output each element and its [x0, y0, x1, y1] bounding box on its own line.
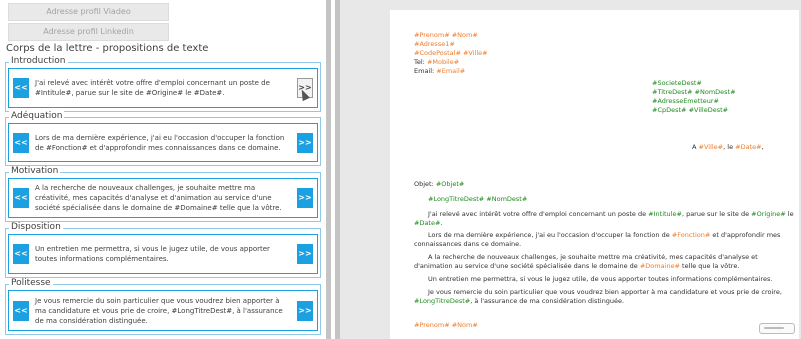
- option-text: Je vous remercie du soin particulier que…: [35, 296, 283, 325]
- salutation: #LongTitreDest# #NomDest#: [428, 195, 528, 203]
- signature: #Prenom# #Nom#: [414, 321, 478, 329]
- tel-label: Tel:: [414, 58, 427, 66]
- objet-label: Objet:: [414, 180, 436, 188]
- group-motivation: Motivation << A la recherche de nouveaux…: [5, 166, 321, 222]
- p5-text-b: , à l'assurance de ma considération dist…: [470, 296, 625, 305]
- viadeo-profile-button[interactable]: Adresse profil Viadeo: [8, 3, 169, 21]
- insert-right-button[interactable]: >>: [297, 300, 313, 321]
- place-city: #Ville#: [698, 143, 724, 151]
- dest-city: #CpDest# #VilleDest#: [652, 106, 729, 114]
- zoom-slider[interactable]: [759, 323, 795, 334]
- p1-field-intitule: #Intitule#: [648, 210, 682, 218]
- insert-right-button[interactable]: >>: [297, 188, 313, 208]
- option-text: Un entretien me permettra, si vous le ju…: [35, 245, 270, 263]
- group-label: Introduction: [9, 56, 68, 67]
- place-sep: , le: [723, 143, 736, 151]
- left-scrollbar-thumb[interactable]: [326, 0, 331, 339]
- text-option-box: << Un entretien me permettra, si vous le…: [8, 234, 318, 274]
- letter-paragraph-politesse: Je vous remercie du soin particulier que…: [414, 288, 794, 305]
- place-date: #Date#: [735, 143, 762, 151]
- insert-right-button[interactable]: >>: [297, 132, 313, 153]
- sender-name: #Prenom# #Nom#: [414, 31, 478, 39]
- letter-page: #Prenom# #Nom# #Adresse1# #CodePostal# #…: [390, 10, 799, 339]
- sender-email: Email: #Email#: [414, 67, 465, 75]
- p1-text-d: .: [440, 218, 443, 227]
- group-label: Adéquation: [9, 111, 65, 122]
- group-introduction: Introduction << J'ai relevé avec intérêt…: [5, 56, 321, 112]
- place-date-line: A #Ville#, le #Date#,: [692, 143, 764, 151]
- p1-field-origine: #Origine#: [751, 210, 786, 218]
- tel-value: #Mobile#: [426, 58, 460, 66]
- p2-text-a: Lors de ma dernière expérience, j'ai eu …: [428, 231, 672, 239]
- group-disposition: Disposition << Un entretien me permettra…: [5, 222, 321, 278]
- text-option-box: << A la recherche de nouveaux challenges…: [8, 178, 318, 218]
- p1-text-c: le: [785, 210, 794, 218]
- sender-address: #Adresse1#: [414, 40, 455, 48]
- p3-field-domaine: #Domaine#: [639, 261, 680, 270]
- p1-text-a: J'ai relevé avec intérêt votre offre d'e…: [428, 210, 649, 218]
- p5-field-longtitre: #LongTitreDest#: [414, 296, 471, 305]
- letter-paragraph-motivation: A la recherche de nouveaux challenges, j…: [414, 253, 794, 270]
- option-text: Lors de ma dernière expérience, j'ai eu …: [35, 133, 285, 152]
- text-option-box: << Lors de ma dernière expérience, j'ai …: [8, 123, 318, 162]
- option-text: J'ai relevé avec intérêt votre offre d'e…: [35, 79, 270, 97]
- insert-left-button[interactable]: <<: [13, 244, 29, 264]
- group-adequation: Adéquation << Lors de ma dernière expéri…: [5, 111, 321, 166]
- letter-paragraph-intro: J'ai relevé avec intérêt votre offre d'e…: [414, 210, 794, 227]
- letter-paragraph-disposition: Un entretien me permettra, si vous le ju…: [428, 275, 773, 283]
- document-preview-area: #Prenom# #Nom# #Adresse1# #CodePostal# #…: [335, 0, 801, 339]
- email-label: Email:: [414, 67, 437, 75]
- zoom-slider-knob[interactable]: [764, 327, 784, 329]
- group-label: Politesse: [9, 278, 53, 289]
- dest-company: #SocieteDest#: [652, 79, 702, 87]
- p1-text-b: , parue sur le site de: [681, 210, 752, 218]
- preview-scrollbar-thumb[interactable]: [335, 0, 340, 339]
- text-option-box: << Je vous remercie du soin particulier …: [8, 290, 318, 331]
- dest-address: #AdresseEmetteur#: [652, 97, 719, 105]
- objet-value: #Objet#: [435, 180, 465, 188]
- left-panel: Adresse profil Viadeo Adresse profil Lin…: [0, 0, 326, 339]
- p3-text-b: telle que la vôtre.: [679, 261, 740, 270]
- preview-scrollbar[interactable]: [335, 0, 340, 339]
- p5-text-a: Je vous remercie du soin particulier que…: [428, 288, 782, 296]
- group-label: Motivation: [9, 166, 61, 177]
- insert-right-button[interactable]: >>: [297, 244, 313, 264]
- insert-left-button[interactable]: <<: [13, 132, 29, 153]
- p1-field-date: #Date#: [414, 218, 441, 227]
- objet-line: Objet: #Objet#: [414, 180, 464, 188]
- insert-left-button[interactable]: <<: [13, 188, 29, 208]
- sender-tel: Tel: #Mobile#: [414, 58, 459, 66]
- p2-field-fonction: #Fonction#: [671, 231, 711, 239]
- text-option-box: << J'ai relevé avec intérêt votre offre …: [8, 68, 318, 108]
- email-value: #Email#: [436, 67, 466, 75]
- section-title: Corps de la lettre - propositions de tex…: [6, 43, 209, 54]
- group-label: Disposition: [9, 222, 63, 233]
- option-text: A la recherche de nouveaux challenges, j…: [35, 184, 282, 212]
- insert-left-button[interactable]: <<: [13, 78, 29, 98]
- dest-name: #TitreDest# #NomDest#: [652, 88, 736, 96]
- insert-left-button[interactable]: <<: [13, 300, 29, 321]
- place-end: ,: [761, 143, 764, 151]
- sender-city: #CodePostal# #Ville#: [414, 49, 488, 57]
- letter-paragraph-adequation: Lors de ma dernière expérience, j'ai eu …: [414, 231, 794, 248]
- left-scrollbar[interactable]: [326, 0, 331, 339]
- group-politesse: Politesse << Je vous remercie du soin pa…: [5, 278, 321, 335]
- linkedin-profile-button[interactable]: Adresse profil Linkedin: [8, 23, 169, 41]
